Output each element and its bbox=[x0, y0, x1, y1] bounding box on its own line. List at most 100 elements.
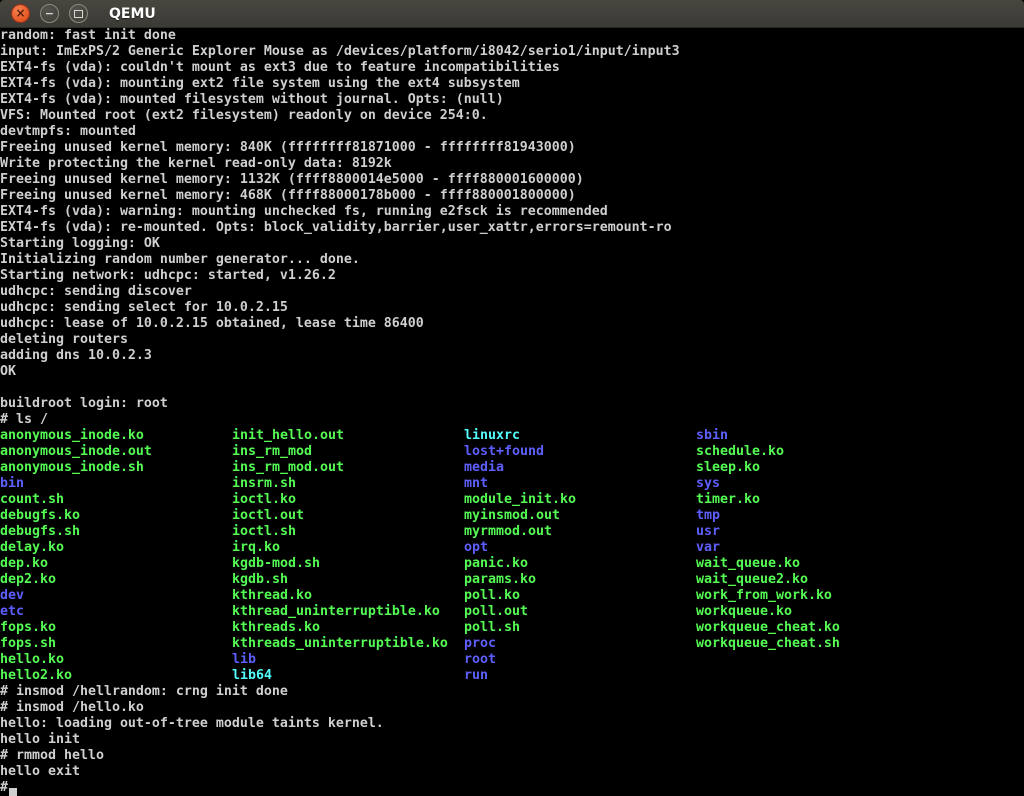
file-entry: debugfs.sh bbox=[0, 524, 80, 540]
file-entry: bin bbox=[0, 476, 24, 492]
terminal-line: Initializing random number generator... … bbox=[0, 252, 1024, 268]
prompt-line: # bbox=[0, 780, 1024, 796]
close-button[interactable]: × bbox=[11, 4, 30, 23]
file-entry: media bbox=[464, 460, 504, 476]
file-entry: dev bbox=[0, 588, 24, 604]
terminal-line: debugfs.ko ioctl.out myinsmod.out tmp bbox=[0, 508, 1024, 524]
terminal-line: hello init bbox=[0, 732, 1024, 748]
file-entry: schedule.ko bbox=[696, 444, 784, 460]
terminal-line: adding dns 10.0.2.3 bbox=[0, 348, 1024, 364]
terminal-line: dep2.kokgdb.shparams.kowait_queue2.ko bbox=[0, 572, 1024, 588]
file-entry: work_from_work.ko bbox=[696, 588, 832, 604]
file-entry: workqueue_cheat.sh bbox=[696, 636, 840, 652]
file-entry: anonymous_inode.ko bbox=[0, 428, 144, 444]
terminal-line: etckthread_uninterruptible.kopoll.outwor… bbox=[0, 604, 1024, 620]
file-entry: run bbox=[464, 668, 488, 684]
file-entry: linuxrc bbox=[464, 428, 520, 444]
terminal-line: devtmpfs: mounted bbox=[0, 124, 1024, 140]
terminal-line: anonymous_inode.sh ins_rm_mod.out media sle… bbox=[0, 460, 1024, 476]
file-entry: insrm.sh bbox=[232, 476, 296, 492]
file-entry: var bbox=[696, 540, 720, 556]
file-entry: kgdb-mod.sh bbox=[232, 556, 320, 572]
terminal-line: # ls / bbox=[0, 412, 1024, 428]
terminal-line: udhcpc: lease of 10.0.2.15 obtained, lea… bbox=[0, 316, 1024, 332]
terminal-line: hello.kolibroot bbox=[0, 652, 1024, 668]
file-entry: anonymous_inode.out bbox=[0, 444, 152, 460]
file-entry: ioctl.ko bbox=[232, 492, 296, 508]
terminal-line: delay.koirq.kooptvar bbox=[0, 540, 1024, 556]
file-entry: mnt bbox=[464, 476, 488, 492]
file-entry: count.sh bbox=[0, 492, 64, 508]
file-entry: sleep.ko bbox=[696, 460, 760, 476]
terminal-line bbox=[0, 380, 1024, 396]
file-entry: debugfs.ko bbox=[0, 508, 80, 524]
terminal-line: # insmod /hellrandom: crng init done bbox=[0, 684, 1024, 700]
file-entry: etc bbox=[0, 604, 24, 620]
file-entry: fops.ko bbox=[0, 620, 56, 636]
minimize-button[interactable]: − bbox=[40, 4, 59, 23]
file-entry: delay.ko bbox=[0, 540, 64, 556]
terminal-line: EXT4-fs (vda): re-mounted. Opts: block_v… bbox=[0, 220, 1024, 236]
file-entry: wait_queue2.ko bbox=[696, 572, 808, 588]
file-entry: workqueue.ko bbox=[696, 604, 792, 620]
terminal-line: hello exit bbox=[0, 764, 1024, 780]
terminal-line: EXT4-fs (vda): mounted filesystem withou… bbox=[0, 92, 1024, 108]
terminal-line: bin insrm.sh mnt sys bbox=[0, 476, 1024, 492]
file-entry: irq.ko bbox=[232, 540, 280, 556]
terminal-line: fops.shkthreads_uninterruptible.koprocwo… bbox=[0, 636, 1024, 652]
minimize-icon: − bbox=[45, 8, 54, 19]
file-entry: tmp bbox=[696, 508, 720, 524]
file-entry: lost+found bbox=[464, 444, 544, 460]
file-entry: hello2.ko bbox=[0, 668, 72, 684]
file-entry: sys bbox=[696, 476, 720, 492]
file-entry: poll.ko bbox=[464, 588, 520, 604]
file-entry: myrmmod.out bbox=[464, 524, 552, 540]
terminal-line: debugfs.sh ioctl.sh myrmmod.out usr bbox=[0, 524, 1024, 540]
terminal-line: VFS: Mounted root (ext2 filesystem) read… bbox=[0, 108, 1024, 124]
terminal-line: EXT4-fs (vda): mounting ext2 file system… bbox=[0, 76, 1024, 92]
terminal-line: EXT4-fs (vda): couldn't mount as ext3 du… bbox=[0, 60, 1024, 76]
file-entry: poll.out bbox=[464, 604, 528, 620]
qemu-window: × − QEMU random: fast init doneinput: Im… bbox=[0, 0, 1024, 796]
file-entry: ioctl.out bbox=[232, 508, 304, 524]
file-entry: kthreads.ko bbox=[232, 620, 320, 636]
terminal-line: count.shioctl.komodule_init.kotimer.ko bbox=[0, 492, 1024, 508]
titlebar[interactable]: × − QEMU bbox=[0, 0, 1024, 28]
file-entry: proc bbox=[464, 636, 496, 652]
file-entry: kgdb.sh bbox=[232, 572, 288, 588]
terminal-line: devkthread.kopoll.kowork_from_work.ko bbox=[0, 588, 1024, 604]
terminal-line: random: fast init done bbox=[0, 28, 1024, 44]
terminal-line: # insmod /hello.ko bbox=[0, 700, 1024, 716]
file-entry: ins_rm_mod bbox=[232, 444, 312, 460]
terminal-line: buildroot login: root bbox=[0, 396, 1024, 412]
text-cursor bbox=[9, 788, 17, 796]
file-entry: workqueue_cheat.ko bbox=[696, 620, 840, 636]
terminal-line: dep.kokgdb-mod.shpanic.kowait_queue.ko bbox=[0, 556, 1024, 572]
file-entry: anonymous_inode.sh bbox=[0, 460, 144, 476]
file-entry: usr bbox=[696, 524, 720, 540]
terminal-line: Write protecting the kernel read-only da… bbox=[0, 156, 1024, 172]
terminal-line: udhcpc: sending select for 10.0.2.15 bbox=[0, 300, 1024, 316]
file-entry: ioctl.sh bbox=[232, 524, 296, 540]
terminal-screen[interactable]: random: fast init doneinput: ImExPS/2 Ge… bbox=[0, 28, 1024, 796]
terminal-line: deleting routers bbox=[0, 332, 1024, 348]
file-entry: myinsmod.out bbox=[464, 508, 560, 524]
file-entry: ins_rm_mod.out bbox=[232, 460, 344, 476]
file-entry: lib bbox=[232, 652, 256, 668]
maximize-button[interactable] bbox=[69, 4, 88, 23]
file-entry: wait_queue.ko bbox=[696, 556, 800, 572]
file-entry: module_init.ko bbox=[464, 492, 576, 508]
terminal-line: hello: loading out-of-tree module taints… bbox=[0, 716, 1024, 732]
file-entry: root bbox=[464, 652, 496, 668]
terminal-line: OK bbox=[0, 364, 1024, 380]
window-title: QEMU bbox=[109, 6, 156, 22]
terminal-line: Freeing unused kernel memory: 840K (ffff… bbox=[0, 140, 1024, 156]
terminal-line: anonymous_inode.koinit_hello.outlinuxrcs… bbox=[0, 428, 1024, 444]
file-entry: lib64 bbox=[232, 668, 272, 684]
terminal-line: hello2.ko lib64 run bbox=[0, 668, 1024, 684]
terminal-line: udhcpc: sending discover bbox=[0, 284, 1024, 300]
file-entry: dep.ko bbox=[0, 556, 48, 572]
terminal-line: Freeing unused kernel memory: 468K (ffff… bbox=[0, 188, 1024, 204]
terminal-line: Freeing unused kernel memory: 1132K (fff… bbox=[0, 172, 1024, 188]
file-entry: params.ko bbox=[464, 572, 536, 588]
